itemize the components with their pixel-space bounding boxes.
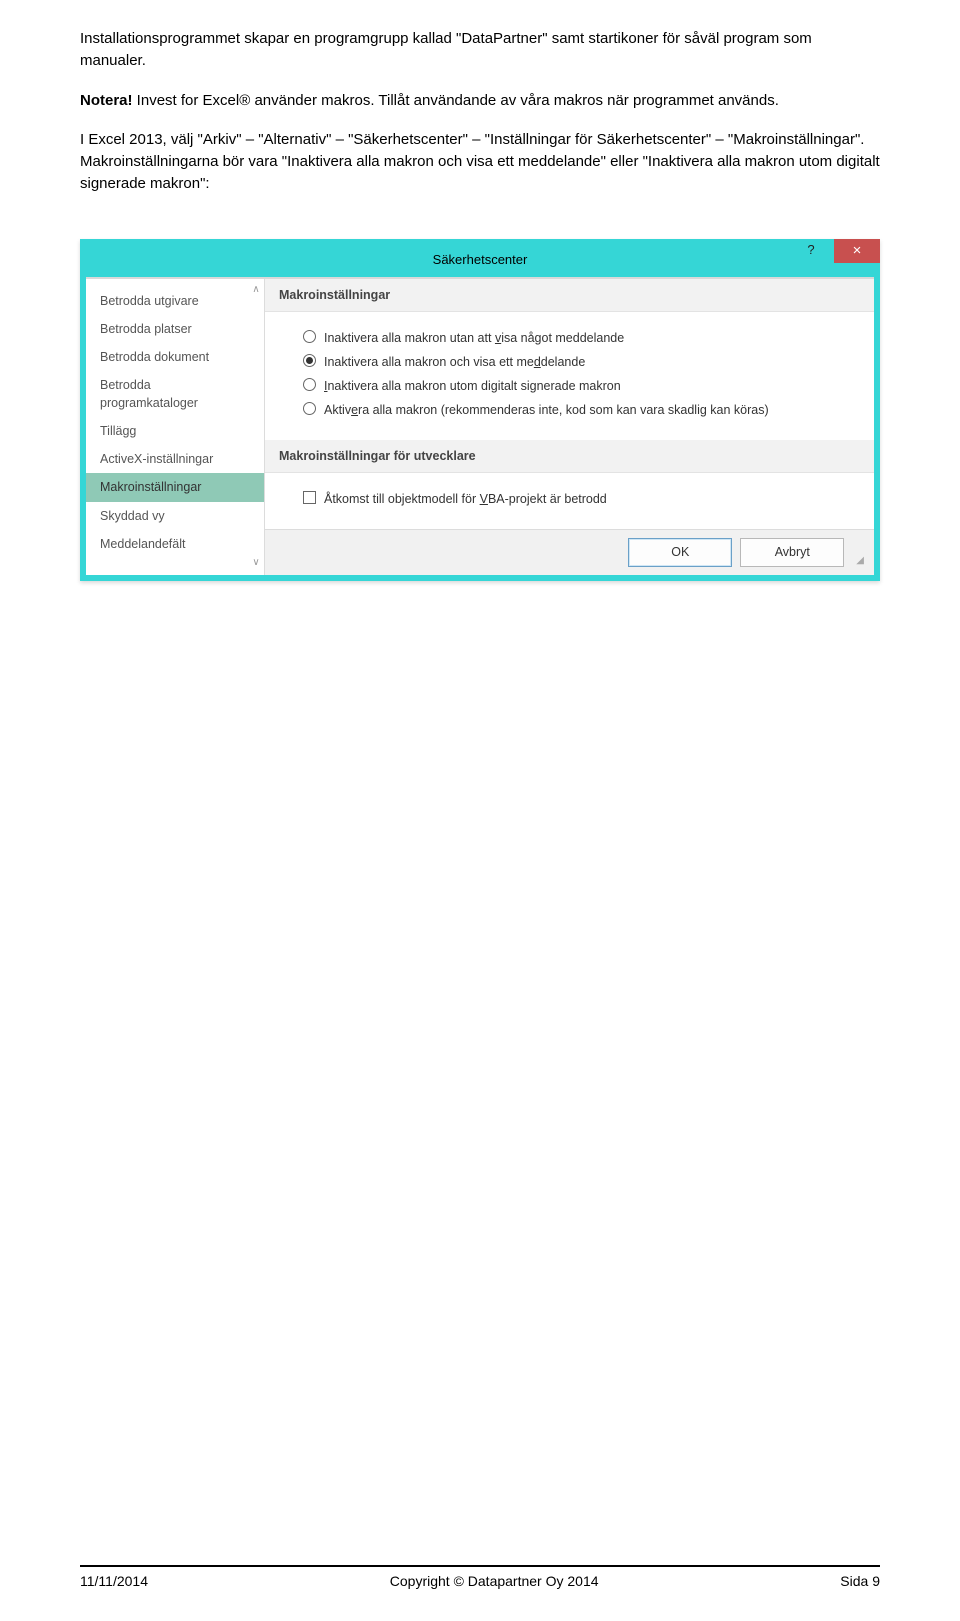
scroll-up-icon[interactable]: ∧ — [250, 283, 262, 298]
macro-radio-label-0: Inaktivera alla makron utan att visa någ… — [324, 329, 624, 347]
macro-radio-input-0[interactable] — [303, 330, 316, 343]
developer-macro-body: Åtkomst till objektmodell för VBA-projek… — [265, 473, 874, 529]
nav-sidebar: ∧ Betrodda utgivareBetrodda platserBetro… — [86, 279, 265, 575]
nav-item-betrodda-utgivare[interactable]: Betrodda utgivare — [86, 287, 264, 315]
intro-block: Installationsprogrammet skapar en progra… — [80, 28, 880, 72]
macro-radio-3[interactable]: Aktivera alla makron (rekommenderas inte… — [303, 398, 860, 422]
macro-radio-0[interactable]: Inaktivera alla makron utan att visa någ… — [303, 326, 860, 350]
help-button[interactable]: ? — [788, 239, 834, 263]
page-footer: 11/11/2014 Copyright © Datapartner Oy 20… — [80, 1565, 880, 1591]
vba-trust-label: Åtkomst till objektmodell för VBA-projek… — [324, 490, 607, 508]
close-button[interactable]: × — [834, 239, 880, 263]
footer-copyright: Copyright © Datapartner Oy 2014 — [390, 1571, 599, 1591]
nav-item-makroinst-llningar[interactable]: Makroinställningar — [86, 473, 264, 501]
nav-item-till-gg[interactable]: Tillägg — [86, 417, 264, 445]
macro-radio-label-3: Aktivera alla makron (rekommenderas inte… — [324, 401, 769, 419]
footer-date: 11/11/2014 — [80, 1571, 148, 1591]
intro-para: Installationsprogrammet skapar en progra… — [80, 28, 880, 72]
dialog-title: Säkerhetscenter — [433, 251, 528, 270]
footer-page: Sida 9 — [840, 1571, 880, 1591]
resize-grip-icon[interactable]: ◢ — [856, 554, 864, 569]
macro-radio-input-2[interactable] — [303, 378, 316, 391]
notice-label: Notera! — [80, 92, 133, 109]
cancel-button[interactable]: Avbryt — [740, 538, 844, 566]
nav-item-betrodda-platser[interactable]: Betrodda platser — [86, 315, 264, 343]
nav-item-betrodda-dokument[interactable]: Betrodda dokument — [86, 343, 264, 371]
security-center-dialog: Säkerhetscenter ? × ∧ Betrodda utgivareB… — [80, 239, 880, 581]
dialog-button-row: OK Avbryt ◢ — [265, 529, 874, 574]
nav-item-activex-inst-llningar[interactable]: ActiveX-inställningar — [86, 445, 264, 473]
notice-text: Invest for Excel® använder makros. Tillå… — [133, 92, 779, 109]
macro-settings-header: Makroinställningar — [265, 279, 874, 312]
ok-button[interactable]: OK — [628, 538, 732, 566]
macro-radio-input-3[interactable] — [303, 402, 316, 415]
macro-radio-label-2: Inaktivera alla makron utom digitalt sig… — [324, 377, 621, 395]
scroll-down-icon[interactable]: ∨ — [250, 556, 262, 571]
macro-radio-label-1: Inaktivera alla makron och visa ett medd… — [324, 353, 585, 371]
body-para: I Excel 2013, välj "Arkiv" – "Alternativ… — [80, 129, 880, 194]
vba-trust-checkbox-row[interactable]: Åtkomst till objektmodell för VBA-projek… — [303, 487, 860, 511]
window-controls: ? × — [788, 239, 880, 263]
body-block: I Excel 2013, välj "Arkiv" – "Alternativ… — [80, 129, 880, 194]
macro-settings-body: Inaktivera alla makron utan att visa någ… — [265, 312, 874, 441]
nav-item-betrodda-programkataloger[interactable]: Betrodda programkataloger — [86, 371, 264, 417]
dialog-title-bar: Säkerhetscenter ? × — [86, 245, 874, 277]
notice-block: Notera! Invest for Excel® använder makro… — [80, 90, 880, 112]
macro-radio-input-1[interactable] — [303, 354, 316, 367]
developer-macro-header: Makroinställningar för utvecklare — [265, 440, 874, 473]
content-panel: Makroinställningar Inaktivera alla makro… — [265, 279, 874, 575]
vba-trust-checkbox[interactable] — [303, 491, 316, 504]
nav-item-skyddad-vy[interactable]: Skyddad vy — [86, 502, 264, 530]
nav-item-meddelandef-lt[interactable]: Meddelandefält — [86, 530, 264, 558]
macro-radio-2[interactable]: Inaktivera alla makron utom digitalt sig… — [303, 374, 860, 398]
macro-radio-1[interactable]: Inaktivera alla makron och visa ett medd… — [303, 350, 860, 374]
